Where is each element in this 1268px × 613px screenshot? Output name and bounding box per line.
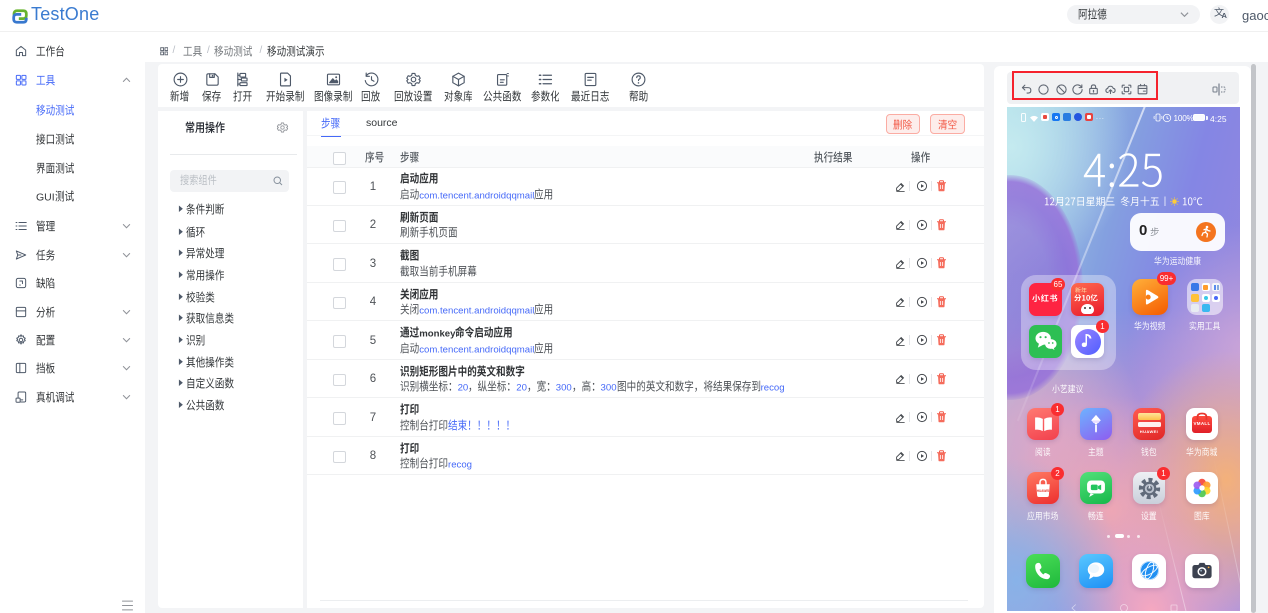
svg-text:HUAWEI: HUAWEI — [1037, 489, 1050, 493]
